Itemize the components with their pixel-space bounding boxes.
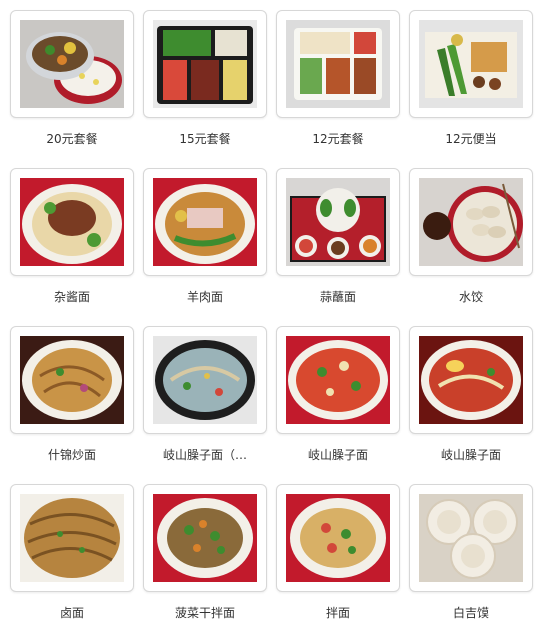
menu-item[interactable]: 拌面	[276, 484, 400, 634]
menu-item-caption[interactable]: 岐山臊子面（…	[143, 447, 267, 463]
menu-item[interactable]: 白吉馍	[409, 484, 533, 634]
menu-item-caption[interactable]: 菠菜干拌面	[143, 605, 267, 621]
menu-item[interactable]: 12元便当	[409, 10, 533, 160]
menu-item-frame[interactable]	[409, 10, 533, 118]
menu-item[interactable]: 卤面	[10, 484, 134, 634]
menu-item-frame[interactable]	[276, 168, 400, 276]
food-photo[interactable]	[419, 20, 523, 108]
menu-item-caption[interactable]: 卤面	[10, 605, 134, 621]
menu-item[interactable]: 蒜蘸面	[276, 168, 400, 318]
menu-item-frame[interactable]	[276, 10, 400, 118]
food-photo[interactable]	[20, 20, 124, 108]
food-photo[interactable]	[419, 336, 523, 424]
menu-item[interactable]: 羊肉面	[143, 168, 267, 318]
menu-item-frame[interactable]	[143, 10, 267, 118]
menu-item-caption[interactable]: 蒜蘸面	[276, 289, 400, 305]
food-photo[interactable]	[153, 178, 257, 266]
menu-item[interactable]: 15元套餐	[143, 10, 267, 160]
menu-item[interactable]: 12元套餐	[276, 10, 400, 160]
food-photo[interactable]	[419, 178, 523, 266]
menu-item-frame[interactable]	[276, 484, 400, 592]
menu-item-caption[interactable]: 20元套餐	[10, 131, 134, 147]
menu-item-frame[interactable]	[10, 10, 134, 118]
menu-item-frame[interactable]	[276, 326, 400, 434]
menu-item-caption[interactable]: 羊肉面	[143, 289, 267, 305]
menu-item-caption[interactable]: 岐山臊子面	[276, 447, 400, 463]
food-menu-grid: 20元套餐 15元套餐 12元套餐 12元便当 杂酱面 羊肉面 蒜蘸面 水饺 什…	[0, 0, 548, 626]
menu-item[interactable]: 岐山臊子面（…	[143, 326, 267, 476]
menu-item-frame[interactable]	[10, 168, 134, 276]
menu-item-frame[interactable]	[143, 326, 267, 434]
menu-item-caption[interactable]: 15元套餐	[143, 131, 267, 147]
food-photo[interactable]	[153, 494, 257, 582]
food-photo[interactable]	[20, 494, 124, 582]
food-photo[interactable]	[286, 336, 390, 424]
food-photo[interactable]	[286, 494, 390, 582]
menu-item[interactable]: 杂酱面	[10, 168, 134, 318]
menu-item-caption[interactable]: 杂酱面	[10, 289, 134, 305]
menu-item[interactable]: 岐山臊子面	[276, 326, 400, 476]
menu-item-frame[interactable]	[143, 484, 267, 592]
menu-item-caption[interactable]: 水饺	[409, 289, 533, 305]
menu-item-frame[interactable]	[143, 168, 267, 276]
menu-item-frame[interactable]	[409, 484, 533, 592]
food-photo[interactable]	[20, 178, 124, 266]
menu-item-caption[interactable]: 12元套餐	[276, 131, 400, 147]
menu-item-caption[interactable]: 白吉馍	[409, 605, 533, 621]
food-photo[interactable]	[286, 20, 390, 108]
menu-item-frame[interactable]	[10, 484, 134, 592]
menu-item[interactable]: 什锦炒面	[10, 326, 134, 476]
food-photo[interactable]	[153, 20, 257, 108]
menu-item-caption[interactable]: 拌面	[276, 605, 400, 621]
food-photo[interactable]	[286, 178, 390, 266]
menu-item[interactable]: 岐山臊子面	[409, 326, 533, 476]
menu-item[interactable]: 菠菜干拌面	[143, 484, 267, 634]
menu-item-frame[interactable]	[409, 326, 533, 434]
menu-item[interactable]: 20元套餐	[10, 10, 134, 160]
menu-item-frame[interactable]	[10, 326, 134, 434]
menu-item-caption[interactable]: 12元便当	[409, 131, 533, 147]
menu-item-caption[interactable]: 什锦炒面	[10, 447, 134, 463]
food-photo[interactable]	[153, 336, 257, 424]
menu-item-caption[interactable]: 岐山臊子面	[409, 447, 533, 463]
food-photo[interactable]	[20, 336, 124, 424]
menu-item-frame[interactable]	[409, 168, 533, 276]
menu-item[interactable]: 水饺	[409, 168, 533, 318]
food-photo[interactable]	[419, 494, 523, 582]
